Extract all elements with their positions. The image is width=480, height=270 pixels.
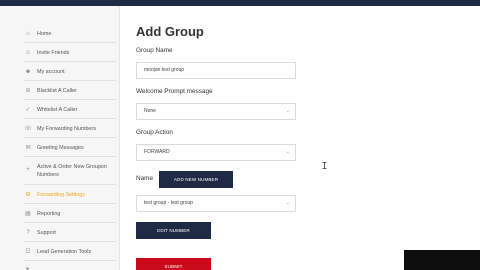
plus-icon: + (26, 167, 30, 173)
sidebar-item-reporting[interactable]: ▤ Reporting (24, 210, 116, 218)
sidebar-item-order-numbers[interactable]: + Active & Order New Groupon Numbers (24, 163, 116, 179)
sidebar-item-forwarding-settings[interactable]: ⚙ Forwarding Settings (24, 191, 116, 199)
sidebar-item-label: My Forwarding Numbers (37, 126, 97, 132)
add-new-number-button[interactable]: ADD NEW NUMBER (159, 171, 233, 188)
reporting-icon: ▤ (25, 211, 31, 217)
sidebar-divider (24, 203, 116, 204)
greeting-icon: ✉ (25, 145, 31, 151)
sidebar-item-label: Greeting Messages (37, 145, 84, 151)
sidebar-divider (24, 61, 116, 62)
sidebar-item-blacklist[interactable]: ⊘ Blacklist A Caller (24, 87, 116, 95)
chevron-down-icon: ⌄ (285, 200, 290, 206)
sidebar-item-greeting-messages[interactable]: ✉ Greeting Messages (24, 144, 116, 152)
support-icon: ? (26, 230, 30, 236)
extra-icon: ▸ (26, 266, 30, 270)
sidebar-divider (24, 80, 116, 81)
name-select[interactable]: test group - test group ⌄ (136, 195, 296, 212)
group-action-select[interactable]: FORWARD ⌄ (136, 144, 296, 161)
sidebar-item-invite-friends[interactable]: ☺ Invite Friends (24, 49, 116, 57)
group-name-input[interactable]: moojan test group (136, 62, 296, 79)
sidebar-item-more[interactable]: ▸ (24, 265, 116, 270)
sidebar-item-label: My account (37, 69, 65, 75)
sidebar-divider (24, 137, 116, 138)
sidebar-item-label: Forwarding Settings (37, 192, 85, 198)
group-action-value: FORWARD (144, 149, 170, 155)
text-cursor-icon (322, 162, 327, 169)
sidebar-item-label: Home (37, 31, 52, 37)
chevron-down-icon: ⌄ (285, 149, 290, 155)
overlay-block (404, 250, 480, 270)
group-name-value: moojan test group (144, 67, 185, 73)
welcome-prompt-select[interactable]: None ⌄ (136, 103, 296, 120)
sidebar-item-my-account[interactable]: ☻ My account (24, 68, 116, 76)
sidebar-item-forwarding-numbers[interactable]: ☏ My Forwarding Numbers (24, 125, 116, 133)
welcome-prompt-label: Welcome Prompt message (136, 88, 213, 95)
sidebar-divider (24, 99, 116, 100)
home-icon: ⌂ (26, 31, 30, 37)
settings-icon: ⚙ (25, 192, 31, 198)
sidebar-divider (24, 260, 116, 261)
page-title: Add Group (136, 24, 204, 39)
sidebar-divider (24, 42, 116, 43)
sidebar-item-lead-generation[interactable]: ☷ Lead Generation Tools (24, 248, 116, 256)
submit-button[interactable]: SUBMIT (136, 258, 211, 270)
blacklist-icon: ⊘ (25, 88, 31, 94)
sidebar-item-label: Active & Order New Groupon Numbers (37, 164, 107, 178)
chevron-down-icon: ⌄ (285, 108, 290, 114)
invite-icon: ☺ (24, 50, 32, 56)
sidebar-divider (24, 222, 116, 223)
sidebar-item-label: Invite Friends (37, 50, 70, 56)
sidebar-divider (24, 241, 116, 242)
group-action-label: Group Action (136, 129, 173, 136)
sidebar-item-support[interactable]: ? Support (24, 229, 116, 237)
sidebar-item-home[interactable]: ⌂ Home (24, 30, 116, 38)
sidebar-item-label: Blacklist A Caller (37, 88, 77, 94)
welcome-prompt-value: None (144, 108, 156, 114)
group-name-label: Group Name (136, 47, 173, 54)
name-label: Name (136, 175, 154, 182)
forwarding-icon: ☏ (24, 126, 32, 132)
sidebar-divider (24, 118, 116, 119)
name-select-value: test group - test group (144, 200, 193, 206)
sidebar-item-label: Whitelist A Caller (37, 107, 78, 113)
account-icon: ☻ (24, 69, 32, 75)
sidebar-divider (24, 156, 116, 157)
leadgen-icon: ☷ (25, 249, 31, 255)
sidebar-item-whitelist[interactable]: ✓ Whitelist A Caller (24, 106, 116, 114)
whitelist-icon: ✓ (25, 107, 31, 113)
edit-number-button[interactable]: EDIT NUMBER (136, 222, 211, 239)
sidebar-item-label: Lead Generation Tools (37, 249, 92, 255)
sidebar-item-label: Reporting (37, 211, 61, 217)
sidebar-item-label: Support (37, 230, 56, 236)
sidebar-divider (24, 184, 116, 185)
